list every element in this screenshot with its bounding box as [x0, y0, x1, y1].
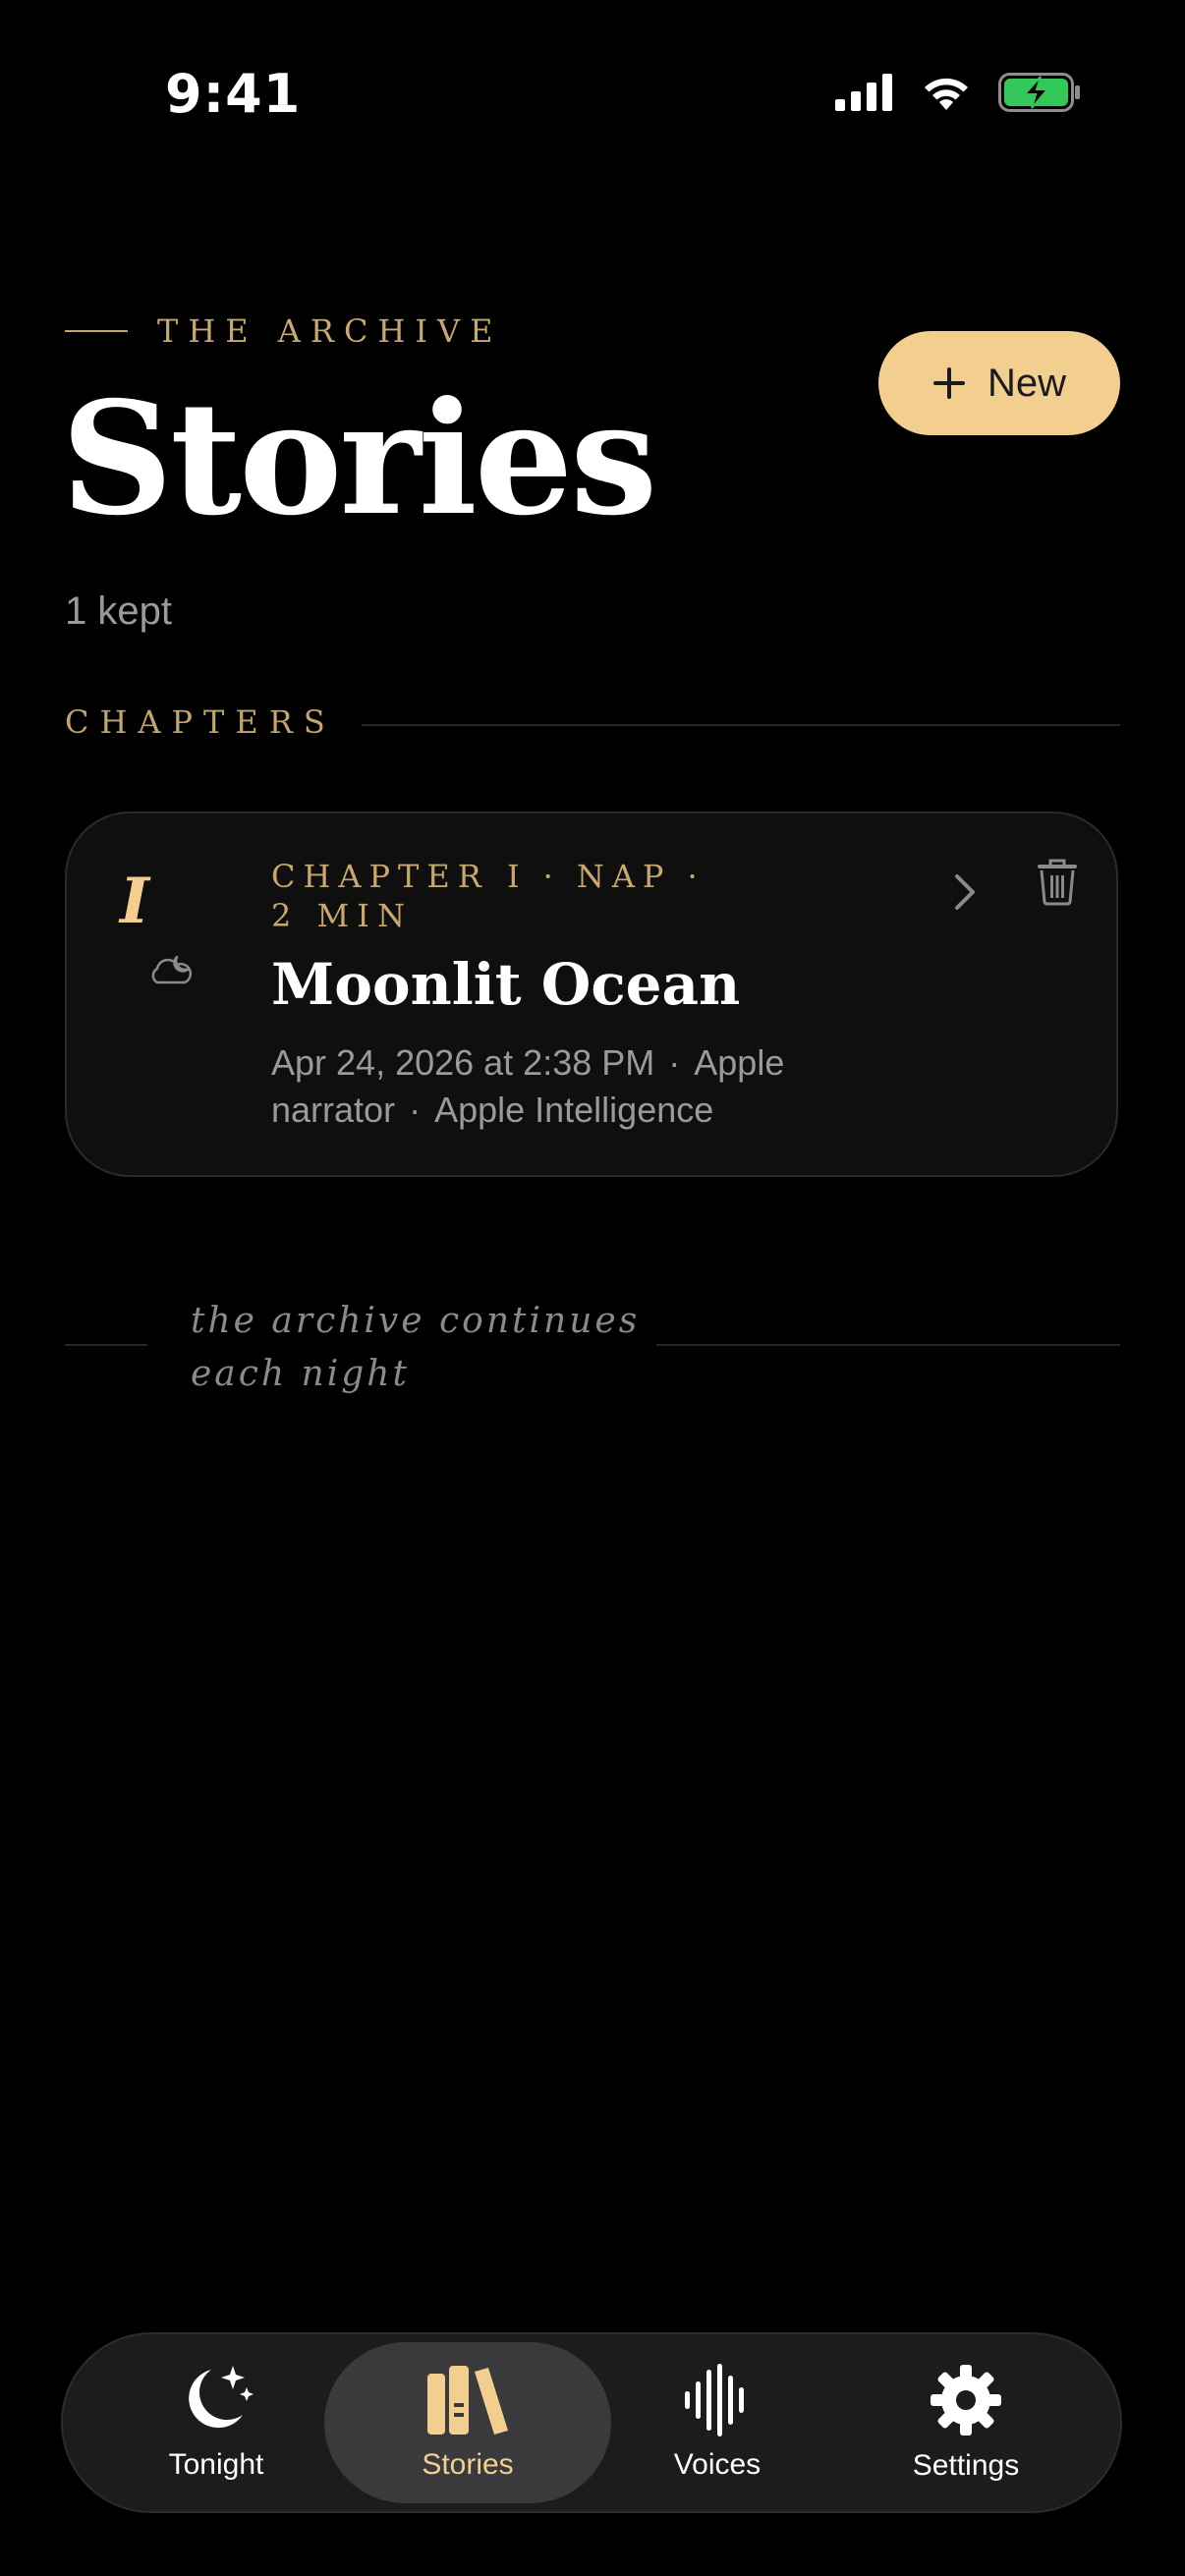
tab-label: Tonight: [168, 2448, 264, 2481]
story-title: Moonlit Ocean: [271, 951, 741, 1018]
status-time: 9:41: [165, 63, 302, 125]
tab-stories[interactable]: Stories: [324, 2342, 611, 2503]
new-story-button[interactable]: New: [878, 331, 1120, 435]
tab-label: Settings: [912, 2449, 1020, 2482]
archive-footer-note: the archive continues each night: [191, 1301, 641, 1394]
plus-icon: [932, 367, 965, 399]
page-title: Stories: [61, 368, 657, 550]
section-rule: [362, 724, 1120, 726]
trash-icon[interactable]: [1036, 859, 1079, 906]
note-rule-left: [65, 1344, 147, 1346]
tab-label: Voices: [673, 2448, 762, 2481]
tab-tonight[interactable]: Tonight: [118, 2342, 314, 2503]
battery-charging-icon: [998, 73, 1080, 112]
tab-voices[interactable]: Voices: [621, 2342, 814, 2503]
tab-label: Stories: [422, 2448, 514, 2481]
waveform-icon: [685, 2364, 744, 2436]
story-count: 1 kept: [65, 589, 172, 633]
kicker-rule: [65, 330, 128, 332]
books-icon: [427, 2366, 508, 2435]
tab-settings[interactable]: Settings: [865, 2342, 1067, 2503]
chapter-numeral: I: [120, 865, 149, 938]
page-kicker: THE ARCHIVE: [65, 312, 502, 350]
new-story-label: New: [987, 361, 1067, 405]
story-type: NAP: [576, 858, 672, 895]
story-details: Apr 24, 2026 at 2:38 PM · Apple narrator · A…: [271, 1042, 785, 1130]
cellular-signal-icon: [835, 74, 892, 111]
story-source: Apple Intelligence: [434, 1090, 714, 1130]
cloud-moon-icon: [151, 955, 193, 984]
story-meta: CHAPTER I · NAP · 2 MIN: [271, 858, 705, 934]
section-label: CHAPTERS: [65, 703, 336, 741]
story-date: Apr 24, 2026 at 2:38 PM: [271, 1042, 655, 1083]
note-rule-right: [656, 1344, 1120, 1346]
wifi-icon: [925, 78, 968, 110]
story-duration: 2 MIN: [271, 897, 413, 934]
gear-icon: [931, 2365, 1001, 2436]
kicker-text: THE ARCHIVE: [157, 312, 503, 350]
chevron-right-icon[interactable]: [953, 872, 977, 912]
story-chapter: CHAPTER I: [271, 858, 528, 895]
moon-stars-icon: [189, 2366, 254, 2429]
status-icons: [835, 73, 1081, 112]
